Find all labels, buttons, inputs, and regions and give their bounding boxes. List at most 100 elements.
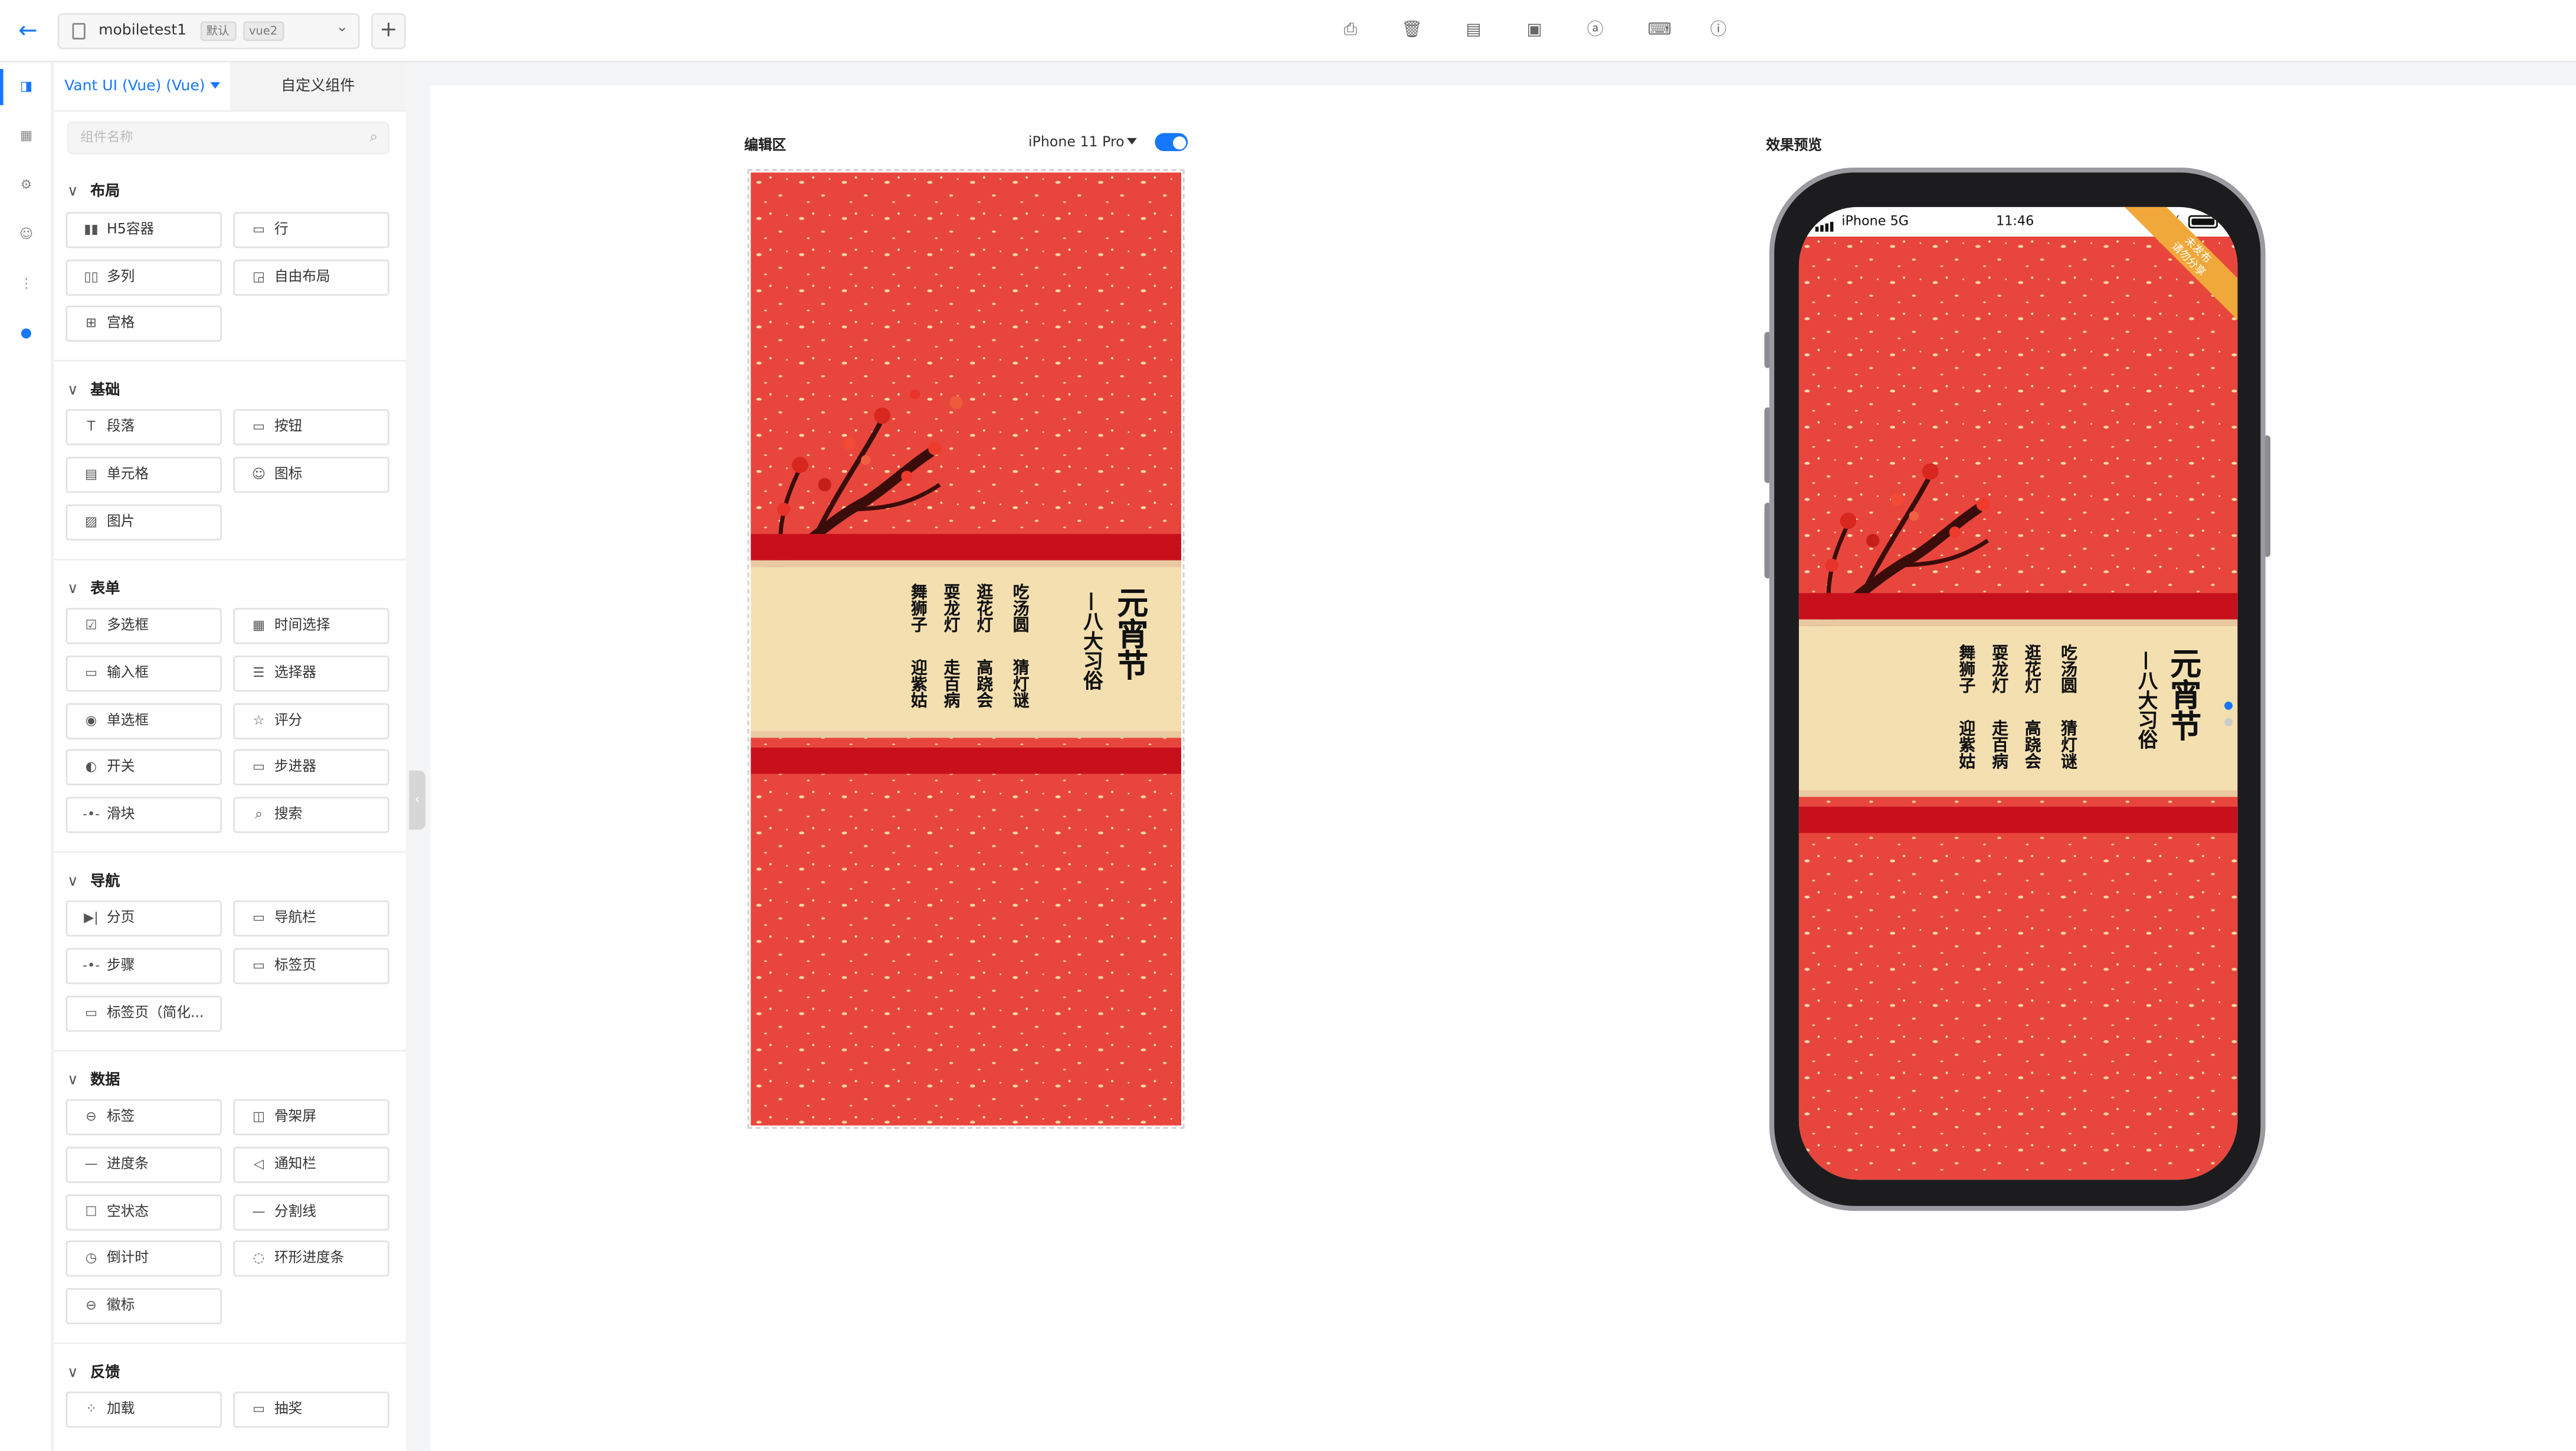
comp-stepper[interactable]: ▭ 步进器 xyxy=(233,749,389,785)
comp-divider[interactable]: — 分割线 xyxy=(233,1194,389,1231)
section-basic[interactable]: ∨ 基础 xyxy=(67,378,120,399)
smiley-icon: ☺ xyxy=(251,466,266,482)
section-feedback[interactable]: ∨ 反馈 xyxy=(67,1360,120,1382)
comp-steps[interactable]: -•- 步骤 xyxy=(65,948,222,984)
component-search-input[interactable]: 组件名称 ⌕ xyxy=(67,122,389,155)
comp-button[interactable]: ▭ 按钮 xyxy=(233,409,389,446)
comp-skeleton[interactable]: ◫ 骨架屏 xyxy=(233,1099,389,1136)
comp-tag[interactable]: ⊖ 标签 xyxy=(65,1099,222,1136)
comp-countdown[interactable]: ◷ 倒计时 xyxy=(65,1240,222,1277)
comp-slider[interactable]: -•- 滑块 xyxy=(65,797,222,833)
comp-notice-bar[interactable]: ◁ 通知栏 xyxy=(233,1147,389,1183)
comp-tabs[interactable]: ▭ 标签页 xyxy=(233,948,389,984)
comp-switch[interactable]: ◐ 开关 xyxy=(65,749,222,785)
comp-label: 段落 xyxy=(106,419,135,435)
search-icon: ⌕ xyxy=(369,129,378,146)
poster-custom-3: 逛花灯 xyxy=(972,583,991,633)
comp-grid[interactable]: ⊞ 宫格 xyxy=(65,305,222,342)
battery-icon xyxy=(2188,215,2218,229)
comp-progress[interactable]: — 进度条 xyxy=(65,1147,222,1183)
js-icon[interactable]: ▣ xyxy=(1525,21,1544,41)
comp-picker[interactable]: ☰ 选择器 xyxy=(233,655,389,692)
calendar-icon[interactable]: ▤ xyxy=(1464,21,1483,41)
comp-circle-progress[interactable]: ◌ 环形进度条 xyxy=(233,1240,389,1277)
comp-label: 行 xyxy=(274,221,289,238)
editor-poster[interactable]: 元宵节 —八大习俗 吃汤圆 猜灯谜 逛花灯 高跷会 耍龙灯 走百病 舞狮子 迎紫… xyxy=(750,172,1181,1126)
badge-icon: ⊖ xyxy=(86,1298,97,1313)
comp-rate[interactable]: ☆ 评分 xyxy=(233,703,389,739)
calendar-icon: ▦ xyxy=(253,617,266,633)
section-navigation[interactable]: ∨ 导航 xyxy=(67,869,120,890)
comp-empty[interactable]: ☐ 空状态 xyxy=(65,1194,222,1231)
tree-icon[interactable]: ⋮ xyxy=(18,276,35,293)
tab-custom-components[interactable]: 自定义组件 xyxy=(230,62,406,110)
comp-label: 标签页 xyxy=(274,958,317,975)
comp-label: 多选框 xyxy=(106,617,149,634)
preview-poster-subtitle: —八大习俗 xyxy=(2135,650,2159,749)
poster-custom-7: 舞狮子 xyxy=(906,583,925,633)
stamp-icon[interactable]: ⎙ xyxy=(1341,21,1360,41)
comp-icon[interactable]: ☺ 图标 xyxy=(233,457,389,493)
progress-icon: — xyxy=(84,1157,98,1172)
comp-label: 步进器 xyxy=(274,759,317,776)
section-form[interactable]: ∨ 表单 xyxy=(67,577,120,598)
ai-icon[interactable]: ● xyxy=(18,325,35,342)
comp-lottery[interactable]: ▭ 抽奖 xyxy=(233,1391,389,1428)
comp-badge[interactable]: ⊖ 徽标 xyxy=(65,1288,222,1325)
poster-custom-5: 耍龙灯 xyxy=(939,583,958,633)
comp-input[interactable]: ▭ 输入框 xyxy=(65,655,222,692)
preview-custom-1: 吃汤圆 xyxy=(2057,644,2075,694)
trash-icon[interactable]: 🗑 xyxy=(1401,21,1422,41)
comp-free-layout[interactable]: ◲ 自由布局 xyxy=(233,259,389,296)
device-select[interactable]: iPhone 11 Pro xyxy=(1028,135,1138,151)
poster-subtitle: —八大习俗 xyxy=(1081,591,1105,690)
comp-h5-container[interactable]: ▮▮ H5容器 xyxy=(65,212,222,248)
comp-time-picker[interactable]: ▦ 时间选择 xyxy=(233,608,389,644)
at-sign-icon[interactable]: ⓐ xyxy=(1585,21,1605,41)
page-indicator-dot[interactable] xyxy=(2224,718,2233,726)
page-indicator-dot-active[interactable] xyxy=(2224,701,2233,710)
comp-checkbox[interactable]: ☑ 多选框 xyxy=(65,608,222,644)
comp-row[interactable]: ▭ 行 xyxy=(233,212,389,248)
comp-paragraph[interactable]: T 段落 xyxy=(65,409,222,446)
default-tag: 默认 xyxy=(199,21,236,41)
comp-image[interactable]: ▨ 图片 xyxy=(65,504,222,541)
comp-label: 单元格 xyxy=(106,466,149,483)
comp-tabs-simple[interactable]: ▭ 标签页（简化... xyxy=(65,995,222,1032)
project-select[interactable]: mobiletest1 默认 vue2 ⌄ xyxy=(57,13,360,50)
search-placeholder: 组件名称 xyxy=(80,129,133,145)
comp-multi-column[interactable]: ▯▯ 多列 xyxy=(65,259,222,296)
section-data[interactable]: ∨ 数据 xyxy=(67,1068,120,1089)
comp-label: 评分 xyxy=(274,713,303,730)
components-icon[interactable]: ◨ xyxy=(18,79,35,96)
editor-toggle-switch[interactable] xyxy=(1155,133,1188,152)
preview-custom-8: 迎紫姑 xyxy=(1955,719,1974,769)
section-form-title: 表单 xyxy=(90,581,120,598)
add-page-button[interactable]: + xyxy=(371,13,406,50)
comp-loading[interactable]: ⁘ 加载 xyxy=(65,1391,222,1428)
smiley-icon[interactable]: ☺ xyxy=(18,227,35,243)
comp-cell[interactable]: ▤ 单元格 xyxy=(65,457,222,493)
comp-label: 输入框 xyxy=(106,665,149,682)
keyboard-icon[interactable]: ⌨ xyxy=(1648,21,1672,41)
comp-search[interactable]: ⌕ 搜索 xyxy=(233,797,389,833)
comp-label: 自由布局 xyxy=(274,269,330,286)
section-layout[interactable]: ∨ 布局 xyxy=(67,179,120,201)
comp-pagination[interactable]: ▶| 分页 xyxy=(65,900,222,937)
section-divider xyxy=(54,851,406,853)
comp-label: 图片 xyxy=(106,514,135,531)
panel-collapse-handle[interactable]: ‹ xyxy=(409,770,426,830)
comp-label: 步骤 xyxy=(106,958,135,975)
back-arrow-icon[interactable]: ← xyxy=(15,18,41,45)
settings-icon[interactable]: ⚙ xyxy=(18,178,35,194)
navbar-icon: ▭ xyxy=(253,910,266,925)
tab-vant-ui[interactable]: Vant UI (Vue) (Vue) xyxy=(54,62,230,110)
chevron-down-icon: ∨ xyxy=(67,184,78,201)
switch-knob xyxy=(1172,135,1185,149)
comp-radio[interactable]: ◉ 单选框 xyxy=(65,703,222,739)
comp-navbar[interactable]: ▭ 导航栏 xyxy=(233,900,389,937)
chevron-down-icon: ∨ xyxy=(67,581,78,598)
chevron-down-icon: ∨ xyxy=(67,1073,78,1090)
help-icon[interactable]: ⓘ xyxy=(1709,21,1728,41)
pages-icon[interactable]: ▦ xyxy=(18,128,35,145)
